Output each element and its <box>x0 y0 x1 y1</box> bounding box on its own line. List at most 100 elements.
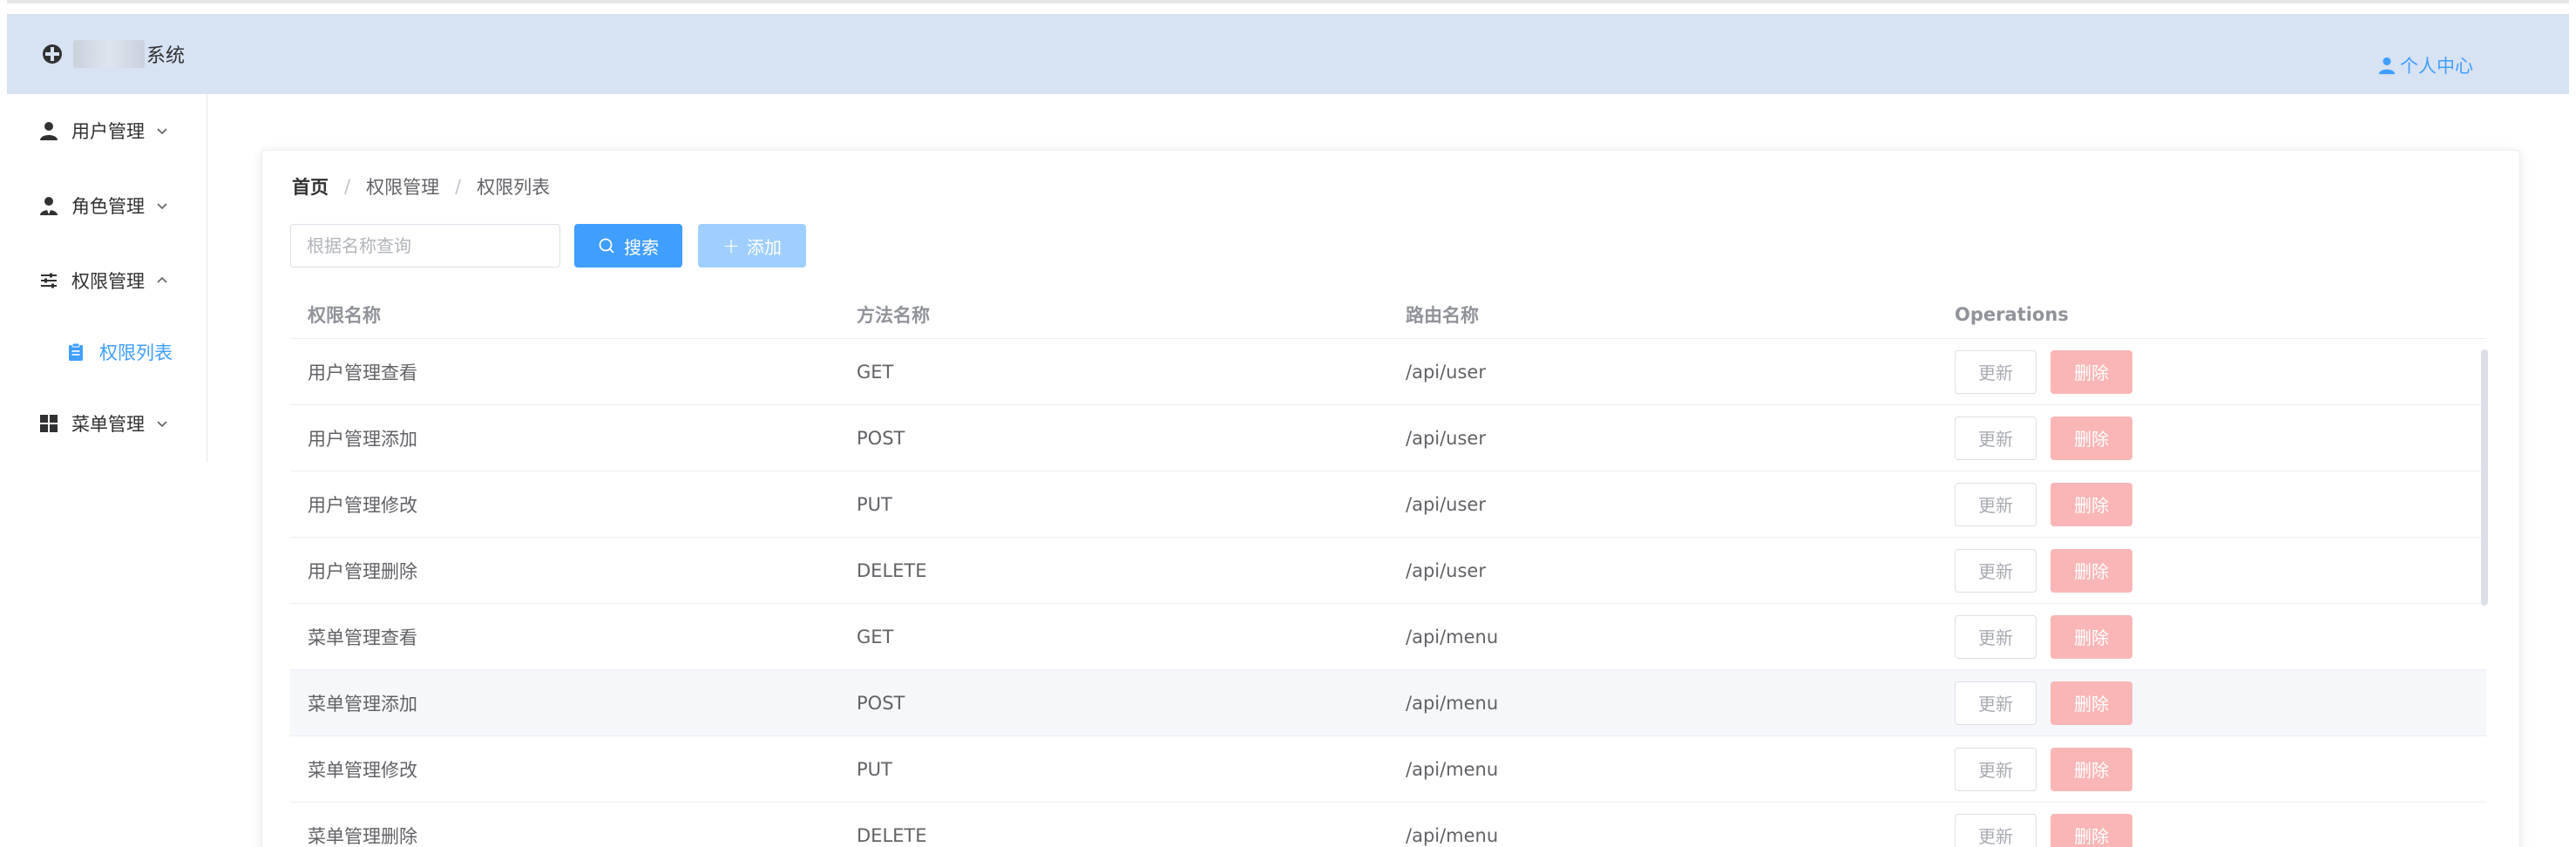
table-row: 菜单管理修改 PUT/api/menu 更新 删除 <box>290 736 2486 803</box>
update-button[interactable]: 更新 <box>1955 548 2037 593</box>
breadcrumb-level2: 权限列表 <box>477 177 551 198</box>
sidebar-item-label: 用户管理 <box>71 121 145 142</box>
user-center-link[interactable]: 个人中心 <box>2377 52 2473 78</box>
breadcrumb-level1: 权限管理 <box>366 177 440 198</box>
cell-permission-name: 用户管理添加 <box>308 428 417 450</box>
app-logo: 系统 <box>40 40 185 68</box>
cell-method: DELETE <box>857 824 927 846</box>
role-icon <box>40 197 58 215</box>
sliders-icon <box>41 273 57 288</box>
breadcrumb-separator: / <box>455 176 462 197</box>
cell-method: DELETE <box>857 559 927 581</box>
cell-permission-name: 用户管理查看 <box>308 362 417 383</box>
user-icon <box>40 122 58 140</box>
chevron-up-icon <box>157 276 167 283</box>
grid-icon <box>40 415 58 432</box>
update-button[interactable]: 更新 <box>1955 416 2037 460</box>
cell-route: /api/user <box>1406 361 1486 383</box>
user-center-label: 个人中心 <box>2400 56 2473 77</box>
cell-operations: 更新 删除 <box>1937 548 2486 593</box>
cell-method: GET <box>857 626 894 647</box>
cell-permission-name: 菜单管理添加 <box>308 693 417 715</box>
cell-route: /api/menu <box>1406 692 1499 714</box>
permission-table: 权限名称 方法名称 路由名称 Operations 用户管理查看 GET/api/… <box>290 290 2486 847</box>
cell-route: /api/user <box>1406 427 1486 449</box>
table-row: 菜单管理添加 POST/api/menu 更新 删除 <box>290 670 2486 736</box>
search-button[interactable]: 搜索 <box>574 224 682 268</box>
delete-button[interactable]: 删除 <box>2051 416 2132 460</box>
blurred-logo-name <box>73 40 145 68</box>
delete-button[interactable]: 删除 <box>2051 681 2132 725</box>
cell-method: POST <box>857 692 905 714</box>
clipboard-icon <box>69 342 83 361</box>
column-header-name: 权限名称 <box>308 304 381 326</box>
cell-method: PUT <box>857 758 892 780</box>
update-button[interactable]: 更新 <box>1955 349 2037 394</box>
add-button-label: 添加 <box>747 236 783 258</box>
column-header-method: 方法名称 <box>857 304 930 326</box>
table-row: 用户管理删除 DELETE/api/user 更新 删除 <box>290 538 2486 604</box>
search-icon <box>599 238 614 254</box>
table-row: 菜单管理删除 DELETE/api/menu 更新 删除 <box>290 803 2486 847</box>
cell-route: /api/user <box>1406 493 1486 515</box>
update-button[interactable]: 更新 <box>1955 614 2037 659</box>
cell-method: PUT <box>857 493 892 515</box>
cell-operations: 更新 删除 <box>1937 416 2486 460</box>
sidebar-item-label: 角色管理 <box>71 196 145 217</box>
cell-permission-name: 菜单管理查看 <box>308 627 417 648</box>
app-title: 系统 <box>146 45 186 67</box>
cell-route: /api/user <box>1406 559 1486 581</box>
user-icon <box>2378 57 2396 75</box>
table-header: 权限名称 方法名称 路由名称 Operations <box>290 290 2486 339</box>
delete-button[interactable]: 删除 <box>2051 482 2132 526</box>
cell-permission-name: 用户管理删除 <box>308 560 417 582</box>
update-button[interactable]: 更新 <box>1955 482 2037 526</box>
cell-permission-name: 菜单管理修改 <box>308 759 417 781</box>
cell-permission-name: 用户管理修改 <box>308 494 417 516</box>
cell-method: GET <box>857 361 894 383</box>
sidebar-item-menu-management[interactable]: 菜单管理 <box>7 397 207 450</box>
delete-button[interactable]: 删除 <box>2051 548 2132 593</box>
sidebar: 用户管理 角色管理 权限管理 权限列表 菜单管理 <box>7 94 207 462</box>
update-button[interactable]: 更新 <box>1955 681 2037 725</box>
sidebar-item-label: 菜单管理 <box>71 414 145 435</box>
app-window: 系统 个人中心 用户管理 角色管理 权限管理 权限列表 菜单管理 首页 / 权限… <box>7 0 2569 847</box>
cell-route: /api/menu <box>1406 824 1499 846</box>
plus-icon: + <box>722 234 741 258</box>
delete-button[interactable]: 删除 <box>2051 349 2132 394</box>
table-row: 菜单管理查看 GET/api/menu 更新 删除 <box>290 604 2486 670</box>
sidebar-item-role-management[interactable]: 角色管理 <box>7 180 207 232</box>
cell-route: /api/menu <box>1406 758 1499 780</box>
cell-operations: 更新 删除 <box>1937 349 2486 394</box>
chevron-down-icon <box>157 128 167 135</box>
sidebar-subitem-permission-list[interactable]: 权限列表 <box>7 326 207 378</box>
update-button[interactable]: 更新 <box>1955 813 2037 847</box>
cell-operations: 更新 删除 <box>1937 614 2486 659</box>
cell-route: /api/menu <box>1406 626 1499 647</box>
sidebar-item-label: 权限管理 <box>71 271 145 292</box>
column-header-route: 路由名称 <box>1406 304 1479 326</box>
cell-method: POST <box>857 427 905 449</box>
delete-button[interactable]: 删除 <box>2051 813 2132 847</box>
cell-operations: 更新 删除 <box>1937 482 2486 526</box>
breadcrumb-separator: / <box>344 176 351 197</box>
delete-button[interactable]: 删除 <box>2051 614 2132 659</box>
cell-operations: 更新 删除 <box>1937 747 2486 791</box>
search-input[interactable] <box>290 224 560 268</box>
update-button[interactable]: 更新 <box>1955 747 2037 791</box>
chevron-down-icon <box>157 421 167 428</box>
table-row: 用户管理修改 PUT/api/user 更新 删除 <box>290 471 2486 538</box>
sidebar-item-user-management[interactable]: 用户管理 <box>7 105 207 157</box>
main-card: 首页 / 权限管理 / 权限列表 搜索 + 添加 权限名称 方法名称 路由名称 … <box>261 150 2520 847</box>
cell-permission-name: 菜单管理删除 <box>308 825 417 847</box>
app-logo-icon <box>43 44 62 64</box>
breadcrumb-home[interactable]: 首页 <box>292 173 329 200</box>
delete-button[interactable]: 删除 <box>2051 747 2132 791</box>
column-header-operations: Operations <box>1955 303 2069 325</box>
add-button[interactable]: + 添加 <box>698 224 806 268</box>
cell-operations: 更新 删除 <box>1937 813 2486 847</box>
table-scrollbar[interactable] <box>2481 349 2488 606</box>
chevron-down-icon <box>157 203 167 210</box>
sidebar-item-permission-management[interactable]: 权限管理 <box>7 254 207 307</box>
sidebar-subitem-label: 权限列表 <box>99 342 173 363</box>
